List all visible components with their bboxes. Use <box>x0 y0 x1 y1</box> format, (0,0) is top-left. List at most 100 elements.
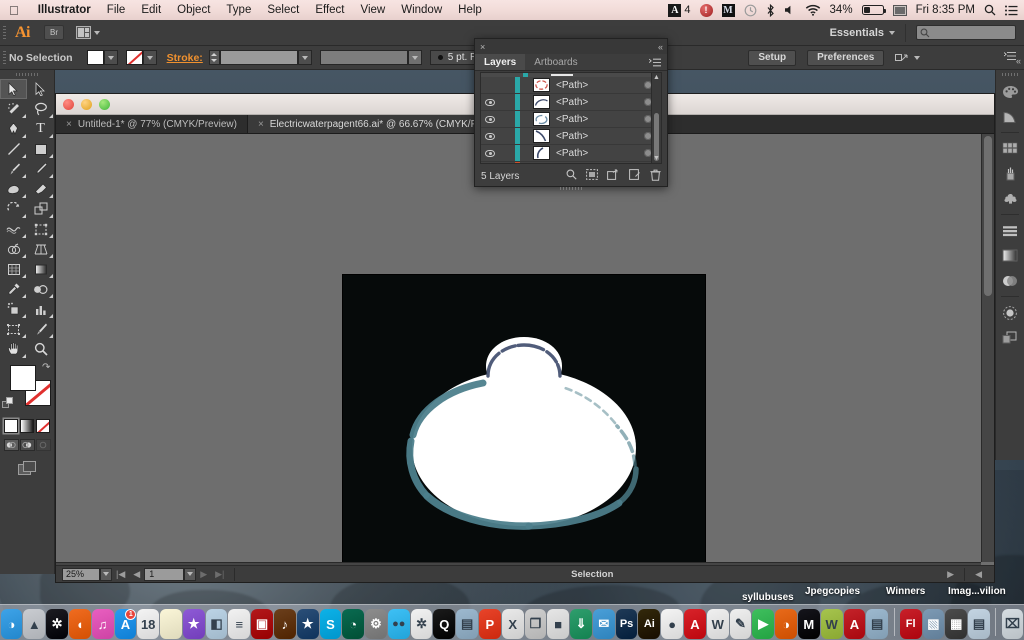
align-panel-icon[interactable] <box>996 218 1024 243</box>
variable-width-profile-field[interactable] <box>320 50 408 65</box>
dock-item-mail[interactable]: ✉ <box>593 609 615 639</box>
input-source-icon[interactable] <box>893 5 907 16</box>
dock-item-image-capture[interactable]: ▤ <box>456 609 478 639</box>
appbar-gripper[interactable] <box>0 20 9 46</box>
dock-item-app-store[interactable]: A1 <box>115 609 137 639</box>
draw-behind-button[interactable] <box>20 439 35 451</box>
dock-item-contacts[interactable]: ≡ <box>228 609 250 639</box>
none-fill-button[interactable] <box>36 419 50 433</box>
toolbar-gripper[interactable] <box>0 70 54 79</box>
zoom-level-dropdown[interactable] <box>100 568 112 581</box>
menu-effect[interactable]: Effect <box>307 0 352 20</box>
layer-visibility-toggle[interactable] <box>481 99 499 106</box>
arrange-documents-button[interactable] <box>76 26 100 39</box>
desktop-icon-label-2[interactable]: Jpegcopies <box>805 586 860 597</box>
stroke-weight-field[interactable] <box>220 50 298 65</box>
dock-item-acrobat[interactable]: A <box>684 609 706 639</box>
zoom-level-input[interactable]: 25% <box>62 568 100 581</box>
artwork-blob[interactable] <box>343 275 705 562</box>
stroke-weight-dropdown[interactable] <box>298 50 312 65</box>
dock-item-messages[interactable]: ●● <box>388 609 410 639</box>
delete-selection-icon[interactable] <box>650 169 661 184</box>
dock-item-preview-2[interactable]: ▤ <box>866 609 888 639</box>
desktop-icon-label-1[interactable]: syllubuses <box>742 592 794 603</box>
scrollbar-thumb[interactable] <box>984 136 992 296</box>
previous-artboard-button[interactable]: ◀ <box>129 569 144 580</box>
dock-item-facetime[interactable]: ▶ <box>752 609 774 639</box>
stroke-weight-label[interactable]: Stroke: <box>165 52 209 64</box>
bridge-button[interactable]: Br <box>44 25 64 40</box>
dock-item-skype[interactable]: S <box>320 609 342 639</box>
column-graph-tool[interactable] <box>27 299 54 319</box>
layers-panel-header[interactable]: × « <box>475 39 667 54</box>
layers-panel-menu-button[interactable] <box>649 54 667 70</box>
desktop-icon-label-4[interactable]: Imag...vilion <box>948 586 1006 597</box>
shape-builder-tool[interactable] <box>0 239 27 259</box>
artboard-number-dropdown[interactable] <box>184 568 196 581</box>
spotlight-search-icon[interactable] <box>984 4 996 16</box>
dock-item-iphoto[interactable]: ★ <box>183 609 205 639</box>
apple-menu-icon[interactable]:  <box>0 4 30 17</box>
dock-item-excel[interactable]: X <box>502 609 524 639</box>
magic-wand-tool[interactable] <box>0 99 27 119</box>
table-row[interactable]: <Path> <box>481 145 661 162</box>
dock-item-minimized-window-3[interactable]: ▤ <box>968 609 990 639</box>
last-artboard-button[interactable]: ▶| <box>211 569 228 580</box>
controlbar-gripper[interactable] <box>0 45 9 71</box>
dock-item-minimized-window-1[interactable]: ▧ <box>923 609 945 639</box>
dock-item-finder[interactable]: ◑ <box>1 609 23 639</box>
zoom-tool[interactable] <box>27 339 54 359</box>
dock-item-launchpad[interactable]: ▲ <box>23 609 45 639</box>
scale-tool[interactable] <box>27 199 54 219</box>
dock-item-calendar[interactable]: 18 <box>137 609 159 639</box>
fill-dropdown[interactable] <box>104 50 118 65</box>
locate-object-icon[interactable] <box>566 169 577 183</box>
gradient-fill-button[interactable] <box>20 419 34 433</box>
dock-item-flash[interactable]: Fl <box>900 609 922 639</box>
swatches-panel-icon[interactable] <box>996 136 1024 161</box>
expand-panels-icon[interactable]: « <box>1016 56 1021 66</box>
close-icon[interactable]: × <box>480 42 485 52</box>
dock-item-word[interactable]: W <box>707 609 729 639</box>
artboard[interactable] <box>343 275 705 562</box>
free-transform-tool[interactable] <box>27 219 54 239</box>
dock-item-premiere[interactable]: P <box>479 609 501 639</box>
layer-visibility-toggle[interactable] <box>481 133 499 140</box>
close-icon[interactable]: × <box>66 119 72 130</box>
layer-visibility-toggle[interactable] <box>481 116 499 123</box>
workspace-switcher[interactable]: Essentials <box>830 27 895 39</box>
layer-name[interactable]: <Path> <box>556 131 635 142</box>
bluetooth-icon[interactable] <box>766 4 775 17</box>
layer-name[interactable]: <Path> <box>556 97 635 108</box>
wifi-icon[interactable] <box>805 4 821 16</box>
dock-item-remote-desktop[interactable]: ■ <box>547 609 569 639</box>
close-icon[interactable]: × <box>258 119 264 130</box>
eraser-tool[interactable] <box>27 179 54 199</box>
menu-window[interactable]: Window <box>393 0 450 20</box>
fill-color-box[interactable] <box>10 365 36 391</box>
status-indicator-label[interactable]: Selection <box>241 569 943 580</box>
mesh-tool[interactable] <box>0 259 27 279</box>
controlbar-panel-menu[interactable] <box>1004 51 1024 64</box>
notification-center-icon[interactable] <box>1005 5 1018 16</box>
scroll-down-icon[interactable]: ▼ <box>652 154 661 163</box>
dock-item-system-preferences[interactable]: ⚙ <box>365 609 387 639</box>
select-similar-button[interactable] <box>895 52 920 64</box>
first-artboard-button[interactable]: |◀ <box>112 569 129 580</box>
m-app-status-icon[interactable]: M <box>722 4 735 17</box>
adobe-cc-icon[interactable]: A 4 <box>668 4 690 17</box>
transparency-panel-icon[interactable] <box>996 268 1024 293</box>
color-guide-panel-icon[interactable] <box>996 104 1024 129</box>
dock-item-m-app[interactable]: M <box>798 609 820 639</box>
artboard-tool[interactable] <box>0 319 27 339</box>
layers-panel-scrollbar[interactable]: ▲ ▼ <box>651 73 661 163</box>
dock-item-downloads[interactable]: ⇓ <box>570 609 592 639</box>
layer-name[interactable]: <Path> <box>556 148 635 159</box>
stroke-weight-stepper[interactable] <box>209 50 220 65</box>
menu-help[interactable]: Help <box>450 0 490 20</box>
perspective-grid-tool[interactable] <box>27 239 54 259</box>
dock-item-notes[interactable] <box>160 609 182 639</box>
dock-item-preview[interactable]: ◧ <box>206 609 228 639</box>
brushes-panel-icon[interactable] <box>996 161 1024 186</box>
blob-brush-tool[interactable] <box>0 179 27 199</box>
